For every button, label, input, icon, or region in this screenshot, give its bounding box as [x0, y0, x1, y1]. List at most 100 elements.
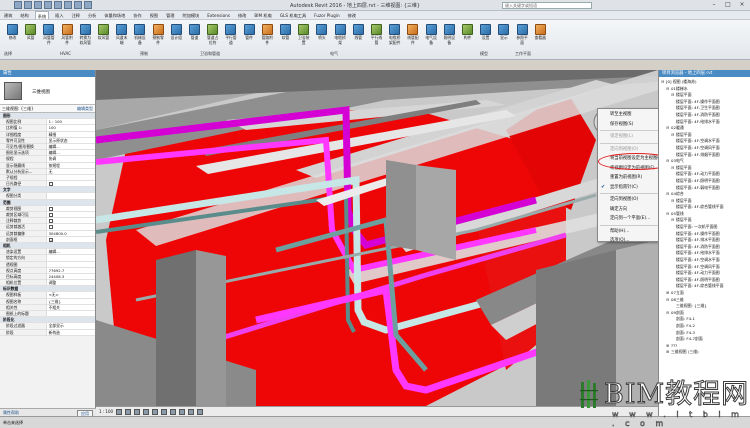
tab-8[interactable]: 协作 [131, 11, 143, 19]
tree-item[interactable]: 楼层平面: 4F-弱电平面图 [659, 185, 750, 192]
property-value[interactable] [45, 218, 95, 224]
edit-type-button[interactable]: 编辑类型 [77, 106, 93, 112]
property-value[interactable]: 编辑... [45, 150, 95, 156]
property-value[interactable]: 显示原状态 [45, 137, 95, 143]
property-value[interactable] [45, 236, 95, 242]
ribbon-button-23[interactable]: 电气设备 [425, 22, 438, 50]
ribbon-button-27[interactable]: 显示 [497, 22, 510, 50]
tree-item[interactable]: ⊟ 楼层平面 [659, 92, 750, 99]
property-value[interactable]: 协调 [45, 156, 95, 162]
context-menu-item[interactable]: 定向到视图(O)▶ [598, 195, 667, 205]
property-checkbox[interactable] [48, 182, 53, 187]
context-menu-item[interactable]: 保存视图(S) [598, 120, 667, 130]
ribbon-button-9[interactable]: 设计组 [170, 22, 183, 50]
context-menu-item[interactable]: 重置为前视图(R) [598, 173, 667, 183]
tab-14[interactable]: BIM 机电 [252, 11, 273, 19]
app-menu-icon[interactable] [14, 1, 22, 9]
view-scale[interactable]: 1 : 100 [99, 409, 113, 414]
ribbon-button-0[interactable]: 修改 [6, 22, 19, 50]
tab-5[interactable]: 注释 [70, 11, 82, 19]
tree-item[interactable]: 楼层平面: 4F-给排水平面 [659, 119, 750, 126]
tab-13[interactable]: 修改 [236, 11, 248, 19]
ribbon-button-6[interactable]: 风道末端 [115, 22, 128, 50]
tab-9[interactable]: 视图 [148, 11, 160, 19]
property-value[interactable]: 编辑... [45, 143, 95, 150]
property-value[interactable] [45, 317, 95, 323]
ribbon-button-26[interactable]: 设置 [479, 22, 492, 50]
tree-item[interactable]: 楼层平面: 4F-操作平面图 [659, 231, 750, 238]
ribbon-button-10[interactable]: 管道 [188, 22, 201, 50]
redo-icon[interactable] [54, 1, 62, 9]
tree-item[interactable]: 楼层平面: 4F-动力平面图 [659, 270, 750, 277]
tree-item[interactable]: ⊟ 楼层平面 [659, 132, 750, 139]
temp-hide-icon[interactable] [188, 408, 195, 415]
property-value[interactable] [45, 174, 95, 181]
tree-item[interactable]: 楼层平面: 4F-消防平面图 [659, 244, 750, 251]
close-icon[interactable]: × [736, 1, 748, 9]
measure-icon[interactable] [74, 1, 82, 9]
property-value[interactable] [45, 113, 95, 119]
ribbon-button-18[interactable]: 电缆桥架 [334, 22, 347, 50]
ribbon-button-24[interactable]: 照明设备 [443, 22, 456, 50]
tree-item[interactable]: 楼层平面: 4F-空调水平面 [659, 257, 750, 264]
tab-7[interactable]: 体量和场地 [102, 11, 127, 19]
tree-item[interactable]: 楼层平面: 4F-综合管线平面 [659, 283, 750, 290]
tab-6[interactable]: 分析 [86, 11, 98, 19]
maximize-icon[interactable]: □ [722, 1, 734, 9]
type-selector[interactable]: 三维视图 [0, 77, 95, 105]
tree-item[interactable]: 楼层平面: 4F-给排水平面 [659, 250, 750, 257]
ribbon-button-19[interactable]: 线管 [352, 22, 365, 50]
ribbon-button-21[interactable]: 电缆桥架配件 [388, 22, 401, 50]
tree-item[interactable]: ⊟ 05管线 [659, 211, 750, 218]
tree-item[interactable]: ⊟ 04综合 [659, 191, 750, 198]
tree-item[interactable]: 楼层平面: 4F-消防平面图 [659, 112, 750, 119]
property-value[interactable]: {三维} [45, 298, 95, 304]
ribbon-button-29[interactable]: 查看器 [534, 22, 547, 50]
tree-item[interactable]: ⊟ 03电气 [659, 158, 750, 165]
tab-11[interactable]: 附加模块 [180, 11, 201, 19]
context-menu-item[interactable]: 选项(O)... [598, 236, 667, 246]
tab-16[interactable]: Fuzor Plugin [312, 11, 341, 19]
property-value[interactable]: 编辑... [45, 249, 95, 255]
properties-help-link[interactable]: 属性帮助 [3, 410, 19, 415]
tree-item[interactable]: ⊟ 楼层平面 [659, 198, 750, 205]
property-value[interactable]: 按规程 [45, 162, 95, 168]
3d-viewport[interactable]: 上 [96, 70, 658, 406]
tree-item[interactable]: 剖面: F4-2 [659, 323, 750, 330]
undo-icon[interactable] [44, 1, 52, 9]
sun-path-icon[interactable] [134, 408, 141, 415]
tree-item[interactable]: 楼层平面: 4F-卫生平面图 [659, 105, 750, 112]
shadows-icon[interactable] [143, 408, 150, 415]
ribbon-button-4[interactable]: 转换为软风管 [79, 22, 92, 50]
tree-item[interactable]: 剖面: F4-1 [659, 316, 750, 323]
tree-item[interactable]: ⊞ 三维视图 (三维) [659, 349, 750, 356]
tab-1[interactable]: 建筑 [2, 11, 14, 19]
tab-3[interactable]: 系统 [34, 11, 50, 19]
detail-level-icon[interactable] [116, 408, 123, 415]
property-value[interactable]: 100 [45, 125, 95, 131]
context-menu-item[interactable]: ✔ 显示指南针(C) [598, 183, 667, 193]
ribbon-button-11[interactable]: 管道占位符 [206, 22, 219, 50]
tree-item[interactable]: 楼层平面: 4F-空调风平面 [659, 145, 750, 152]
save-icon[interactable] [34, 1, 42, 9]
crop-view-icon[interactable] [161, 408, 168, 415]
ribbon-button-28[interactable]: 参照平面 [516, 22, 529, 50]
show-crop-icon[interactable] [170, 408, 177, 415]
property-value[interactable]: 新构造 [45, 329, 95, 335]
tree-item[interactable]: 楼层平面: 4F-排烟平面图 [659, 152, 750, 159]
context-menu-item[interactable]: 确定方向▶ [598, 205, 667, 215]
property-value[interactable] [45, 193, 95, 199]
property-value[interactable] [45, 199, 95, 205]
tab-15[interactable]: GLS 机电工具 [278, 11, 308, 19]
property-value[interactable]: <无> [45, 292, 95, 298]
tree-item[interactable]: 剖面: F4-3 [659, 330, 750, 337]
minimize-icon[interactable]: – [708, 1, 720, 9]
property-value[interactable]: 24408.3 [45, 273, 95, 280]
tree-item[interactable]: 楼层平面: 一次机平面图 [659, 224, 750, 231]
tree-item[interactable]: ⊟ 楼层平面 [659, 217, 750, 224]
context-menu-item[interactable]: 帮助(H)... [598, 227, 667, 237]
ribbon-button-2[interactable]: 风管管件 [42, 22, 55, 50]
tab-17[interactable]: 修改 [346, 11, 358, 19]
ribbon-button-5[interactable]: 软风管 [97, 22, 110, 50]
property-value[interactable] [45, 255, 95, 261]
